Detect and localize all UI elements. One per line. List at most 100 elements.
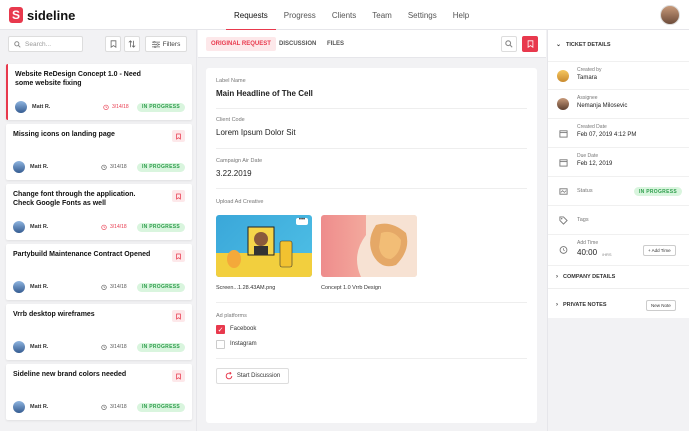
ticket-title: Change font through the application. Che…: [13, 191, 136, 207]
chevron-right-icon: ›: [556, 274, 558, 280]
start-discussion-label: Start Discussion: [236, 373, 281, 379]
bookmark-icon: [527, 40, 533, 48]
ticket-details-panel: ⌄ TICKET DETAILS Created by Tamara Assig…: [547, 30, 689, 431]
status-label: Status: [577, 188, 593, 194]
add-time-unit: /HRS: [602, 252, 612, 257]
empty-area: [548, 318, 689, 431]
filters-button[interactable]: Filters: [145, 36, 187, 52]
ticket-user: Matt R.: [30, 404, 49, 410]
bookmark-icon: [176, 133, 181, 140]
logo-icon: S: [9, 7, 23, 23]
ticket-date-text: 3/14/18: [110, 164, 127, 170]
ticket-footer: Matt R. 3/14/18 IN PROGRESS: [13, 401, 185, 413]
search-icon: [505, 40, 513, 48]
bookmark-filter-button[interactable]: [105, 36, 121, 52]
ticket-card[interactable]: Website ReDesign Concept 1.0 - Need some…: [6, 64, 192, 120]
status-badge: IN PROGRESS: [136, 102, 185, 112]
label-name-value: Main Headline of The Cell: [216, 89, 313, 98]
bookmark-button[interactable]: [172, 370, 185, 382]
assignee-label: Assignee: [577, 95, 598, 101]
tab-discussion[interactable]: DISCUSSION: [274, 37, 321, 51]
divider: [548, 288, 689, 289]
nav-progress[interactable]: Progress: [276, 0, 324, 30]
company-details-header[interactable]: › COMPANY DETAILS: [556, 274, 615, 280]
start-discussion-button[interactable]: Start Discussion: [216, 368, 289, 384]
nav-help[interactable]: Help: [445, 0, 477, 30]
filters-icon: [151, 40, 160, 48]
ticket-footer: Matt R. 3/14/18 IN PROGRESS: [13, 341, 185, 353]
user-avatar[interactable]: [660, 5, 680, 25]
ticket-details-header[interactable]: ⌄ TICKET DETAILS: [556, 41, 611, 49]
ticket-footer: Matt R. 3/14/18 IN PROGRESS: [13, 161, 185, 173]
ticket-card[interactable]: Vrrb desktop wireframes Matt R. 3/14/18 IN …: [6, 304, 192, 360]
alarm-clock-icon: [101, 284, 107, 290]
avatar: [13, 221, 25, 233]
add-time-button[interactable]: + Add Time: [643, 245, 676, 256]
status-badge: IN PROGRESS: [136, 402, 185, 412]
tags-label[interactable]: Tags: [577, 217, 589, 223]
platforms-label: Ad platforms: [216, 313, 247, 319]
search-input[interactable]: Search...: [8, 36, 83, 52]
private-notes-title: PRIVATE NOTES: [563, 302, 607, 308]
search-button[interactable]: [501, 36, 517, 52]
chevron-down-icon: ⌄: [556, 42, 562, 48]
instagram-checkbox[interactable]: [216, 340, 225, 349]
calendar-icon: [557, 127, 569, 139]
nav-settings[interactable]: Settings: [400, 0, 445, 30]
status-badge[interactable]: IN PROGRESS: [633, 187, 682, 196]
tab-original-request[interactable]: ORIGINAL REQUEST: [206, 37, 276, 51]
nav-clients[interactable]: Clients: [324, 0, 364, 30]
more-options-icon[interactable]: •••: [296, 217, 308, 225]
upload-label: Upload Ad Creative: [216, 199, 264, 205]
nav-team[interactable]: Team: [364, 0, 400, 30]
ticket-date-text: 3/14/18: [110, 344, 127, 350]
ticket-card[interactable]: Missing icons on landing page Matt R. 3/14…: [6, 124, 192, 180]
ticket-user: Matt R.: [30, 164, 49, 170]
ticket-footer: Matt R. 3/14/18 IN PROGRESS: [13, 221, 185, 233]
ticket-card[interactable]: Sideline new brand colors needed Matt R. 3…: [6, 364, 192, 420]
avatar: [13, 341, 25, 353]
ticket-date: 3/14/18: [103, 104, 129, 110]
ticket-details-title: TICKET DETAILS: [566, 41, 611, 48]
attachment-thumbnail[interactable]: [321, 215, 417, 277]
bookmark-icon: [176, 373, 181, 380]
divider: [216, 108, 527, 109]
avatar: [13, 281, 25, 293]
ticket-card[interactable]: Partybuild Maintenance Contract Opened Ma…: [6, 244, 192, 300]
sort-button[interactable]: [124, 36, 140, 52]
ticket-date: 3/14/18: [101, 284, 127, 290]
air-date-label: Campaign Air Date: [216, 158, 263, 164]
facebook-checkbox[interactable]: ✓: [216, 325, 225, 334]
created-by-value: Tamara: [577, 75, 598, 81]
attachment-filename: Screen...1.28.43AM.png: [216, 285, 276, 291]
ticket-card[interactable]: Change font through the application. Che…: [6, 184, 192, 240]
divider: [216, 148, 527, 149]
assignee-value[interactable]: Nemanja Milosevic: [577, 103, 627, 109]
bookmark-button[interactable]: [522, 36, 538, 52]
bookmark-button[interactable]: [172, 130, 185, 142]
ticket-user: Matt R.: [30, 224, 49, 230]
avatar: [13, 161, 25, 173]
ticket-user: Matt R.: [30, 344, 49, 350]
avatar: [13, 401, 25, 413]
search-placeholder: Search...: [25, 40, 52, 48]
ticket-date: 3/14/18: [101, 164, 127, 170]
air-date-value: 3.22.2019: [216, 169, 252, 178]
new-note-button[interactable]: New Note: [646, 300, 676, 311]
nav-requests[interactable]: Requests: [226, 0, 276, 30]
image-preview: [357, 215, 417, 277]
add-time-value[interactable]: 40:00: [577, 248, 597, 257]
bookmark-button[interactable]: [172, 190, 185, 202]
app-logo[interactable]: S sideline: [9, 7, 75, 23]
private-notes-header[interactable]: › PRIVATE NOTES: [556, 302, 607, 308]
attachment-thumbnail[interactable]: •••: [216, 215, 312, 277]
sort-icon: [128, 40, 136, 48]
due-date-value[interactable]: Feb 12, 2019: [577, 161, 612, 167]
bookmark-button[interactable]: [172, 250, 185, 262]
add-time-row: Add Time 40:00 /HRS + Add Time: [548, 235, 689, 266]
tab-files[interactable]: FILES: [322, 37, 349, 51]
bookmark-button[interactable]: [172, 310, 185, 322]
due-date-label: Due Date: [577, 153, 599, 159]
ticket-footer: Matt R. 3/14/18 IN PROGRESS: [13, 281, 185, 293]
divider: [216, 188, 527, 189]
